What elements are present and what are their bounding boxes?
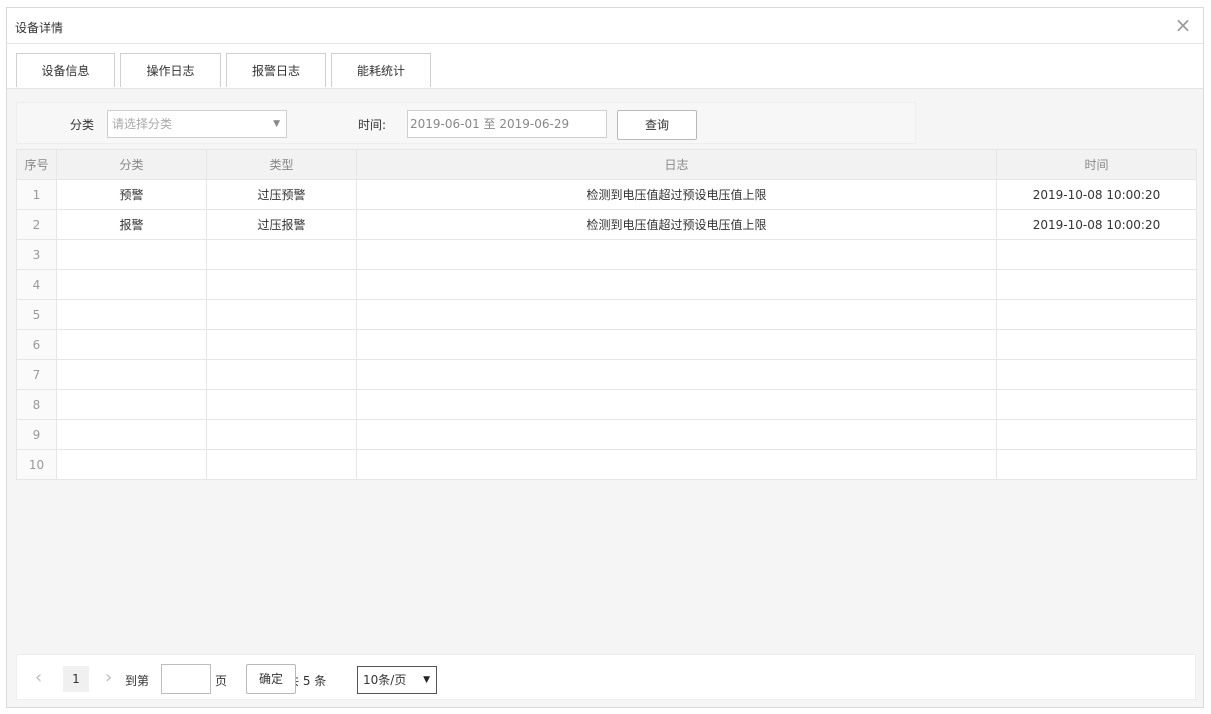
row-type	[206, 239, 357, 270]
tab-operation-log[interactable]: 操作日志	[120, 53, 221, 87]
row-category	[56, 299, 207, 330]
row-type: 过压报警	[206, 209, 357, 240]
pagination-bar: ‹ 1 › 到第 页 共 5 条 确定 10条/页 ▼	[16, 654, 1196, 700]
row-category	[56, 269, 207, 300]
table-row: 3	[16, 239, 1197, 270]
tab-device-info[interactable]: 设备信息	[16, 53, 115, 87]
table-row[interactable]: 2 报警 过压报警 检测到电压值超过预设电压值上限 2019-10-08 10:…	[16, 209, 1197, 240]
row-log	[356, 299, 997, 330]
row-category: 预警	[56, 179, 207, 210]
column-header-time: 时间	[996, 149, 1197, 180]
row-category	[56, 389, 207, 420]
prev-page-icon[interactable]: ‹	[35, 667, 42, 688]
row-category	[56, 239, 207, 270]
query-button[interactable]: 查询	[617, 110, 697, 140]
table-header-row: 序号 分类 类型 日志 时间	[16, 149, 1197, 180]
row-log	[356, 269, 997, 300]
row-log	[356, 359, 997, 390]
row-time	[996, 329, 1197, 360]
row-time: 2019-10-08 10:00:20	[996, 179, 1197, 210]
close-icon[interactable]: ×	[1171, 13, 1195, 37]
row-type	[206, 299, 357, 330]
row-time	[996, 299, 1197, 330]
table-row: 5	[16, 299, 1197, 330]
row-log: 检测到电压值超过预设电压值上限	[356, 179, 997, 210]
row-type	[206, 329, 357, 360]
category-placeholder: 请选择分类	[112, 117, 173, 131]
table-row: 4	[16, 269, 1197, 300]
row-log	[356, 449, 997, 480]
column-header-log: 日志	[356, 149, 997, 180]
row-index: 7	[16, 359, 57, 390]
row-index: 4	[16, 269, 57, 300]
row-type	[206, 419, 357, 450]
page-number-current[interactable]: 1	[63, 666, 89, 692]
table-row: 6	[16, 329, 1197, 360]
tab-bar: 设备信息 操作日志 报警日志 能耗统计	[7, 44, 1203, 89]
column-header-type: 类型	[206, 149, 357, 180]
row-index: 3	[16, 239, 57, 270]
row-type	[206, 269, 357, 300]
table-row: 9	[16, 419, 1197, 450]
table-row: 10	[16, 449, 1197, 480]
row-time	[996, 239, 1197, 270]
row-log	[356, 239, 997, 270]
tab-energy-stats[interactable]: 能耗统计	[331, 53, 431, 87]
goto-page-input[interactable]	[161, 664, 211, 694]
table-row: 7	[16, 359, 1197, 390]
dialog-title: 设备详情	[15, 21, 64, 35]
column-header-category: 分类	[56, 149, 207, 180]
row-category	[56, 359, 207, 390]
dropdown-arrow-icon: ▼	[423, 675, 430, 685]
row-log: 检测到电压值超过预设电压值上限	[356, 209, 997, 240]
confirm-page-button[interactable]: 确定	[246, 664, 296, 694]
row-index: 5	[16, 299, 57, 330]
page-suffix-label: 页	[215, 674, 228, 688]
row-index: 1	[16, 179, 57, 210]
row-index: 10	[16, 449, 57, 480]
date-range-input[interactable]: 2019-06-01 至 2019-06-29	[407, 110, 607, 138]
page-size-value: 10条/页	[363, 673, 407, 687]
row-type	[206, 449, 357, 480]
dropdown-arrow-icon: ▼	[273, 119, 280, 129]
row-index: 6	[16, 329, 57, 360]
row-time: 2019-10-08 10:00:20	[996, 209, 1197, 240]
row-category	[56, 419, 207, 450]
row-category: 报警	[56, 209, 207, 240]
row-log	[356, 329, 997, 360]
row-type	[206, 389, 357, 420]
row-index: 2	[16, 209, 57, 240]
tab-content: 分类 请选择分类 ▼ 时间: 2019-06-01 至 2019-06-29 查…	[7, 89, 1203, 707]
row-log	[356, 389, 997, 420]
next-page-icon[interactable]: ›	[105, 667, 112, 688]
row-time	[996, 419, 1197, 450]
device-detail-dialog: 设备详情 × 设备信息 操作日志 报警日志 能耗统计 分类 请选择分类 ▼ 时间…	[6, 7, 1204, 708]
category-select[interactable]: 请选择分类 ▼	[107, 110, 287, 138]
row-category	[56, 449, 207, 480]
row-time	[996, 359, 1197, 390]
filter-bar: 分类 请选择分类 ▼ 时间: 2019-06-01 至 2019-06-29 查…	[16, 102, 916, 144]
row-time	[996, 389, 1197, 420]
category-label: 分类	[70, 118, 95, 132]
row-log	[356, 419, 997, 450]
row-index: 8	[16, 389, 57, 420]
tab-alarm-log[interactable]: 报警日志	[226, 53, 326, 87]
alarm-log-table: 序号 分类 类型 日志 时间 1 预警 过压预警 检测到电压值超过预设电压值上限…	[16, 149, 1197, 480]
goto-page-label: 到第	[125, 674, 150, 688]
row-category	[56, 329, 207, 360]
row-time	[996, 269, 1197, 300]
table-row[interactable]: 1 预警 过压预警 检测到电压值超过预设电压值上限 2019-10-08 10:…	[16, 179, 1197, 210]
dialog-titlebar: 设备详情 ×	[7, 8, 1203, 44]
page-size-select[interactable]: 10条/页 ▼	[357, 666, 437, 694]
row-type: 过压预警	[206, 179, 357, 210]
row-time	[996, 449, 1197, 480]
row-index: 9	[16, 419, 57, 450]
time-label: 时间:	[358, 118, 387, 132]
row-type	[206, 359, 357, 390]
table-row: 8	[16, 389, 1197, 420]
column-header-index: 序号	[16, 149, 57, 180]
